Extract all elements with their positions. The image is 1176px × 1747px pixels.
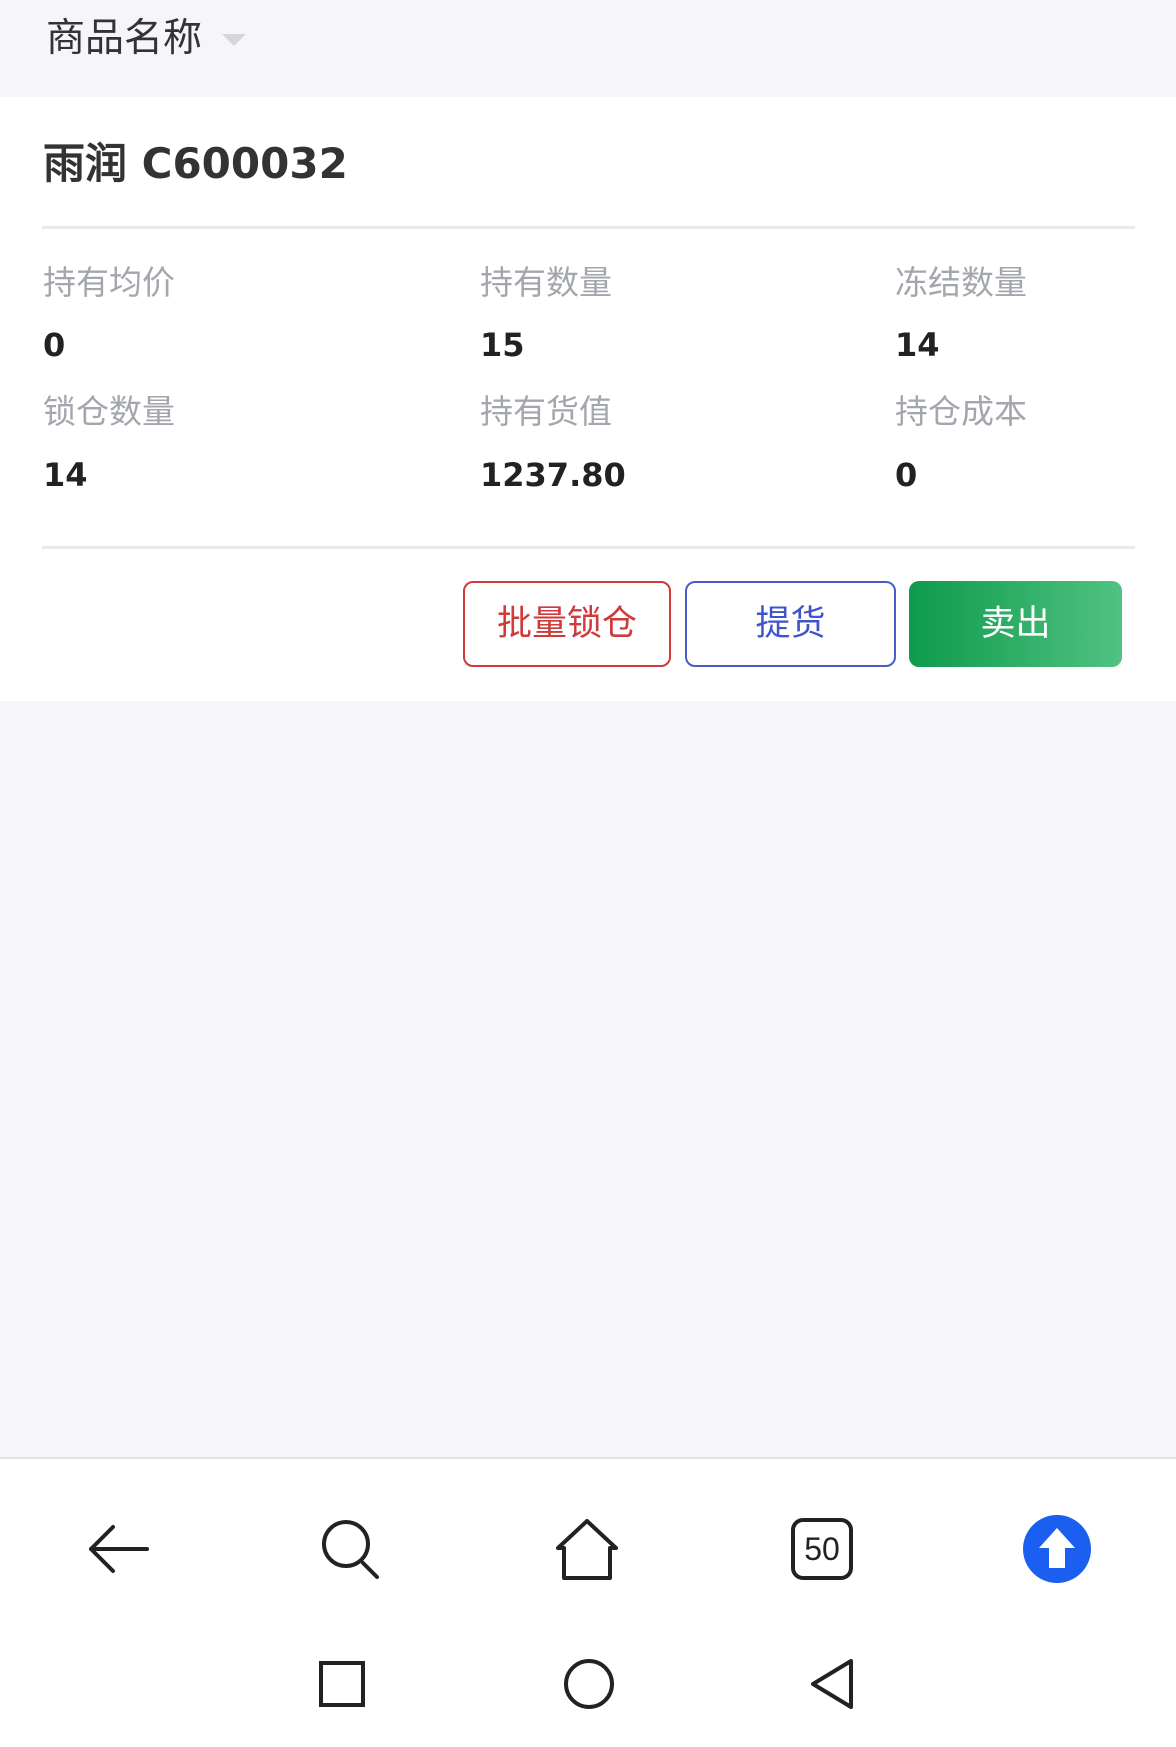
back-arrow-icon[interactable] bbox=[78, 1509, 158, 1589]
batch-lock-button[interactable]: 批量锁仓 bbox=[463, 581, 671, 667]
browser-toolbar: 50 bbox=[0, 1457, 1176, 1747]
avg-price-label: 持有均价 bbox=[43, 263, 175, 302]
upload-icon[interactable] bbox=[1017, 1509, 1097, 1589]
hold-qty-label: 持有数量 bbox=[480, 263, 612, 302]
position-cost-value: 0 bbox=[895, 456, 918, 494]
hold-qty-value: 15 bbox=[480, 326, 525, 364]
locked-qty-value: 14 bbox=[43, 456, 88, 494]
page: 商品名称 雨润 C600032 持有均价 0 持有数量 15 冻结数量 14 锁… bbox=[0, 0, 1176, 1747]
system-back-icon[interactable] bbox=[797, 1649, 867, 1719]
hold-value-value: 1237.80 bbox=[480, 456, 626, 494]
home-icon[interactable] bbox=[547, 1509, 627, 1589]
holding-card: 雨润 C600032 持有均价 0 持有数量 15 冻结数量 14 锁仓数量 1… bbox=[0, 97, 1176, 701]
filter-bar: 商品名称 bbox=[0, 0, 1176, 97]
position-cost-label: 持仓成本 bbox=[895, 392, 1027, 431]
recent-apps-icon[interactable] bbox=[307, 1649, 377, 1719]
tab-count: 50 bbox=[804, 1531, 840, 1567]
hold-value-label: 持有货值 bbox=[480, 392, 612, 431]
divider bbox=[42, 546, 1135, 549]
pickup-button[interactable]: 提货 bbox=[685, 581, 896, 667]
search-icon[interactable] bbox=[311, 1509, 391, 1589]
tabs-icon[interactable]: 50 bbox=[782, 1509, 862, 1589]
divider bbox=[42, 226, 1135, 229]
sell-button[interactable]: 卖出 bbox=[909, 581, 1122, 667]
product-name-filter[interactable]: 商品名称 bbox=[46, 14, 202, 64]
locked-qty-label: 锁仓数量 bbox=[43, 392, 175, 431]
caret-down-icon[interactable] bbox=[222, 34, 246, 46]
frozen-qty-label: 冻结数量 bbox=[895, 263, 1027, 302]
product-title: 雨润 C600032 bbox=[43, 139, 348, 188]
system-home-icon[interactable] bbox=[554, 1649, 624, 1719]
frozen-qty-value: 14 bbox=[895, 326, 940, 364]
avg-price-value: 0 bbox=[43, 326, 66, 364]
